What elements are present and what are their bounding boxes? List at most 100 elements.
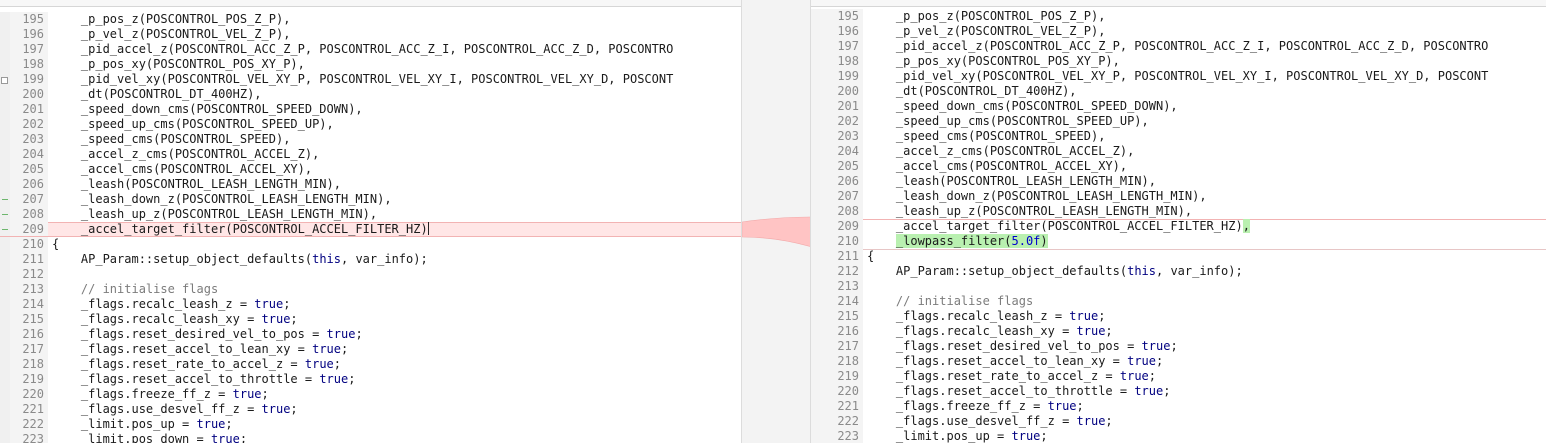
code-line[interactable]: 211 {: [811, 249, 1546, 264]
code-text: {: [52, 237, 60, 251]
line-number: 209: [10, 222, 48, 237]
changed-code-line[interactable]: 209 _accel_target_filter(POSCONTROL_ACCE…: [0, 222, 741, 237]
code-text: _pid_vel_xy(POSCONTROL_VEL_XY_P, POSCONT…: [867, 69, 1489, 83]
line-number: 204: [10, 147, 48, 162]
code-line[interactable]: 220 _flags.reset_accel_to_throttle = tru…: [811, 384, 1546, 399]
left-pane-header: [0, 0, 741, 7]
code-text: _pid_accel_z(POSCONTROL_ACC_Z_P, POSCONT…: [52, 42, 674, 56]
code-line[interactable]: 200 _dt(POSCONTROL_DT_400HZ),: [811, 84, 1546, 99]
code-line[interactable]: 203 _speed_cms(POSCONTROL_SPEED),: [811, 129, 1546, 144]
code-line[interactable]: 200 _dt(POSCONTROL_DT_400HZ),: [0, 87, 741, 102]
line-number: 208: [811, 204, 863, 219]
code-text: _lowpass_filter(5.0f): [867, 234, 1048, 249]
diff-viewer: 195 _p_pos_z(POSCONTROL_POS_Z_P), 196 _p…: [0, 0, 1546, 443]
code-line[interactable]: 214 _flags.recalc_leash_z = true;: [0, 297, 741, 312]
code-line[interactable]: 205 _accel_cms(POSCONTROL_ACCEL_XY),: [0, 162, 741, 177]
code-line[interactable]: 198 _p_pos_xy(POSCONTROL_POS_XY_P),: [811, 54, 1546, 69]
code-text: _accel_z_cms(POSCONTROL_ACCEL_Z),: [52, 147, 320, 161]
code-line[interactable]: 201 _speed_down_cms(POSCONTROL_SPEED_DOW…: [811, 99, 1546, 114]
code-line[interactable]: 215 _flags.recalc_leash_z = true;: [811, 309, 1546, 324]
code-line[interactable]: 197 _pid_accel_z(POSCONTROL_ACC_Z_P, POS…: [811, 39, 1546, 54]
code-text: {: [867, 249, 875, 263]
code-line[interactable]: 199 _pid_vel_xy(POSCONTROL_VEL_XY_P, POS…: [811, 69, 1546, 84]
code-text: _flags.use_desvel_ff_z = true;: [52, 402, 298, 416]
code-text: _p_vel_z(POSCONTROL_VEL_Z_P),: [52, 27, 291, 41]
line-number: 202: [10, 117, 48, 132]
code-line[interactable]: 223 _limit.pos_down = true;: [0, 432, 741, 443]
code-line[interactable]: 218 _flags.reset_accel_to_lean_xy = true…: [811, 354, 1546, 369]
line-number: 205: [811, 159, 863, 174]
code-text: _accel_cms(POSCONTROL_ACCEL_XY),: [867, 159, 1128, 173]
code-line[interactable]: 220 _flags.freeze_ff_z = true;: [0, 387, 741, 402]
code-text: _speed_cms(POSCONTROL_SPEED),: [867, 129, 1106, 143]
change-tick-icon: [2, 229, 8, 230]
code-line[interactable]: 219 _flags.reset_accel_to_throttle = tru…: [0, 372, 741, 387]
right-editor-pane[interactable]: 195 _p_pos_z(POSCONTROL_POS_Z_P), 196 _p…: [811, 0, 1546, 443]
line-number: 195: [10, 12, 48, 27]
code-line[interactable]: 201 _speed_down_cms(POSCONTROL_SPEED_DOW…: [0, 102, 741, 117]
line-number: 203: [811, 129, 863, 144]
code-line[interactable]: 206 _leash(POSCONTROL_LEASH_LENGTH_MIN),: [0, 177, 741, 192]
code-line[interactable]: 197 _pid_accel_z(POSCONTROL_ACC_Z_P, POS…: [0, 42, 741, 57]
code-text: _flags.recalc_leash_xy = true;: [52, 312, 298, 326]
left-code-lines[interactable]: 195 _p_pos_z(POSCONTROL_POS_Z_P), 196 _p…: [0, 12, 741, 443]
line-number: 197: [811, 39, 863, 54]
code-text: _pid_vel_xy(POSCONTROL_VEL_XY_P, POSCONT…: [52, 72, 674, 86]
code-line[interactable]: 208 _leash_up_z(POSCONTROL_LEASH_LENGTH_…: [0, 207, 741, 222]
code-line[interactable]: 195 _p_pos_z(POSCONTROL_POS_Z_P),: [0, 12, 741, 27]
code-text: _dt(POSCONTROL_DT_400HZ),: [52, 87, 262, 101]
line-number: 214: [10, 297, 48, 312]
code-line[interactable]: 212 AP_Param::setup_object_defaults(this…: [811, 264, 1546, 279]
code-line[interactable]: 198 _p_pos_xy(POSCONTROL_POS_XY_P),: [0, 57, 741, 72]
code-line[interactable]: 199 _pid_vel_xy(POSCONTROL_VEL_XY_P, POS…: [0, 72, 741, 87]
code-line[interactable]: 216 _flags.reset_desired_vel_to_pos = tr…: [0, 327, 741, 342]
line-number: 216: [10, 327, 48, 342]
code-line[interactable]: 210 {: [0, 236, 741, 252]
code-line[interactable]: 212: [0, 267, 741, 282]
line-number: 199: [10, 72, 48, 87]
code-line[interactable]: 204 _accel_z_cms(POSCONTROL_ACCEL_Z),: [811, 144, 1546, 159]
line-number: 217: [10, 342, 48, 357]
code-line[interactable]: 222 _limit.pos_up = true;: [0, 417, 741, 432]
code-line[interactable]: 214 // initialise flags: [811, 294, 1546, 309]
left-editor-pane[interactable]: 195 _p_pos_z(POSCONTROL_POS_Z_P), 196 _p…: [0, 0, 741, 443]
code-line[interactable]: 217 _flags.reset_accel_to_lean_xy = true…: [0, 342, 741, 357]
line-number: 214: [811, 294, 863, 309]
code-line[interactable]: 219 _flags.reset_rate_to_accel_z = true;: [811, 369, 1546, 384]
code-line[interactable]: 216 _flags.recalc_leash_xy = true;: [811, 324, 1546, 339]
code-line[interactable]: 223 _limit.pos_up = true;: [811, 429, 1546, 443]
added-code-line[interactable]: 210 _lowpass_filter(5.0f): [811, 234, 1546, 250]
line-number: 220: [10, 387, 48, 402]
code-text: _flags.reset_accel_to_lean_xy = true;: [867, 354, 1164, 368]
code-line[interactable]: 206 _leash(POSCONTROL_LEASH_LENGTH_MIN),: [811, 174, 1546, 189]
code-text: _leash_down_z(POSCONTROL_LEASH_LENGTH_MI…: [867, 189, 1207, 203]
code-line[interactable]: 221 _flags.use_desvel_ff_z = true;: [0, 402, 741, 417]
code-line[interactable]: 196 _p_vel_z(POSCONTROL_VEL_Z_P),: [0, 27, 741, 42]
line-number: 211: [811, 249, 863, 264]
code-text: _flags.freeze_ff_z = true;: [867, 399, 1084, 413]
code-line[interactable]: 207 _leash_down_z(POSCONTROL_LEASH_LENGT…: [0, 192, 741, 207]
code-text: _dt(POSCONTROL_DT_400HZ),: [867, 84, 1077, 98]
code-line[interactable]: 208 _leash_up_z(POSCONTROL_LEASH_LENGTH_…: [811, 204, 1546, 219]
code-line[interactable]: 215 _flags.recalc_leash_xy = true;: [0, 312, 741, 327]
code-line[interactable]: 218 _flags.reset_rate_to_accel_z = true;: [0, 357, 741, 372]
fold-marker-icon[interactable]: [1, 77, 8, 84]
code-line[interactable]: 207 _leash_down_z(POSCONTROL_LEASH_LENGT…: [811, 189, 1546, 204]
code-line[interactable]: 217 _flags.reset_desired_vel_to_pos = tr…: [811, 339, 1546, 354]
code-line[interactable]: 196 _p_vel_z(POSCONTROL_VEL_Z_P),: [811, 24, 1546, 39]
code-line[interactable]: 221 _flags.freeze_ff_z = true;: [811, 399, 1546, 414]
code-line[interactable]: 222 _flags.use_desvel_ff_z = true;: [811, 414, 1546, 429]
code-line[interactable]: 211 AP_Param::setup_object_defaults(this…: [0, 252, 741, 267]
code-line[interactable]: 195 _p_pos_z(POSCONTROL_POS_Z_P),: [811, 9, 1546, 24]
line-number: 217: [811, 339, 863, 354]
right-code-lines[interactable]: 195 _p_pos_z(POSCONTROL_POS_Z_P), 196 _p…: [811, 9, 1546, 443]
code-line[interactable]: 213: [811, 279, 1546, 294]
code-line[interactable]: 204 _accel_z_cms(POSCONTROL_ACCEL_Z),: [0, 147, 741, 162]
code-line[interactable]: 213 // initialise flags: [0, 282, 741, 297]
changed-code-line[interactable]: 209 _accel_target_filter(POSCONTROL_ACCE…: [811, 219, 1546, 234]
code-line[interactable]: 203 _speed_cms(POSCONTROL_SPEED),: [0, 132, 741, 147]
code-line[interactable]: 202 _speed_up_cms(POSCONTROL_SPEED_UP),: [811, 114, 1546, 129]
code-text: _flags.recalc_leash_xy = true;: [867, 324, 1113, 338]
code-line[interactable]: 205 _accel_cms(POSCONTROL_ACCEL_XY),: [811, 159, 1546, 174]
code-line[interactable]: 202 _speed_up_cms(POSCONTROL_SPEED_UP),: [0, 117, 741, 132]
